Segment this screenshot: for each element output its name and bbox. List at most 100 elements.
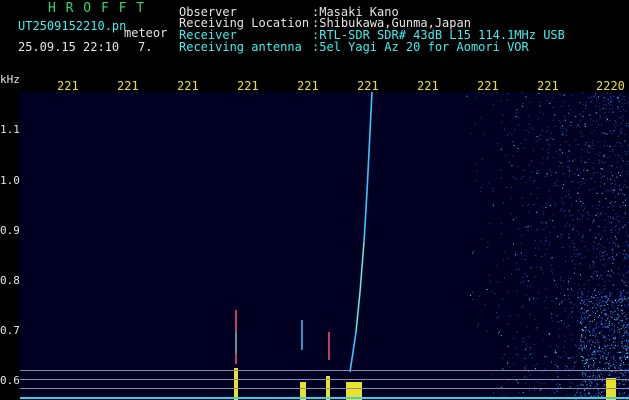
noise-dot [562,152,564,154]
noise-dot [622,300,624,302]
noise-dot [568,150,570,152]
noise-dot [529,347,531,349]
noise-dot [577,233,579,235]
noise-dot [595,288,596,290]
noise-dot [610,311,612,313]
noise-dot [587,393,589,395]
noise-dot [626,292,628,294]
noise-dot [600,181,602,183]
noise-dot [494,293,496,294]
noise-dot [588,358,590,360]
reference-line [20,388,629,389]
noise-dot [530,193,532,195]
noise-dot [620,172,622,174]
noise-dot [581,257,583,259]
noise-dot [595,327,597,329]
noise-dot [556,184,558,186]
noise-dot [532,352,534,354]
noise-dot [613,356,615,358]
noise-dot [523,147,525,148]
noise-dot [591,296,593,298]
noise-dot [624,357,626,359]
noise-dot [556,391,558,393]
noise-dot [569,357,571,359]
noise-dot [625,240,627,242]
noise-dot [504,127,506,129]
noise-dot [585,102,587,103]
noise-dot [581,385,583,387]
noise-dot [566,326,568,328]
noise-dot [596,299,598,300]
noise-dot [528,299,530,301]
noise-dot [615,243,617,245]
noise-dot [504,251,506,253]
noise-dot [573,303,575,305]
noise-dot [525,226,527,228]
noise-dot [587,290,589,292]
noise-dot [597,243,599,245]
noise-dot [583,316,585,318]
noise-dot [609,275,611,277]
noise-dot [612,217,614,219]
noise-dot [589,383,591,385]
noise-dot [610,98,612,100]
time-tick: 221 [237,79,259,93]
noise-dot [521,234,523,236]
noise-dot [621,305,623,306]
noise-dot [616,176,618,178]
noise-dot [596,214,598,216]
noise-dot [602,385,604,387]
noise-dot [551,313,553,315]
noise-dot [584,312,585,314]
noise-dot [593,188,595,190]
noise-dot [603,356,604,358]
noise-dot [611,293,613,295]
burst [234,368,238,400]
noise-dot [607,258,609,260]
noise-dot [611,316,613,318]
noise-dot [563,346,565,348]
noise-dot [611,188,613,190]
noise-dot [626,253,628,255]
noise-dot [601,192,603,194]
noise-dot [626,272,628,274]
noise-dot [605,320,607,322]
noise-dot [623,108,625,110]
noise-dot [625,321,627,323]
noise-dot [529,286,531,288]
noise-dot [594,346,596,348]
noise-dot [626,257,628,259]
noise-dot [470,294,472,296]
noise-dot [610,217,612,219]
noise-dot [613,303,615,305]
noise-dot [599,361,601,363]
noise-dot [627,101,629,103]
noise-dot [615,239,617,240]
noise-dot [541,371,543,373]
noise-dot [526,285,528,287]
noise-dot [558,335,560,337]
noise-dot [616,317,618,319]
noise-dot [615,319,617,321]
noise-dot [581,307,583,309]
noise-dot [588,158,590,160]
noise-dot [595,326,597,328]
noise-dot [562,131,563,133]
noise-dot [492,103,494,105]
noise-dot [572,368,573,370]
noise-dot [605,198,607,200]
noise-dot [612,111,614,113]
noise-dot [611,248,613,250]
noise-dot [615,245,617,247]
noise-dot [611,201,613,203]
noise-dot [567,295,569,297]
noise-dot [592,307,594,309]
noise-dot [611,276,613,278]
noise-dot [555,180,557,182]
noise-dot [577,193,579,194]
noise-dot [603,247,605,249]
noise-dot [616,254,618,256]
noise-dot [591,334,593,336]
noise-dot [618,367,620,369]
noise-dot [605,350,607,352]
